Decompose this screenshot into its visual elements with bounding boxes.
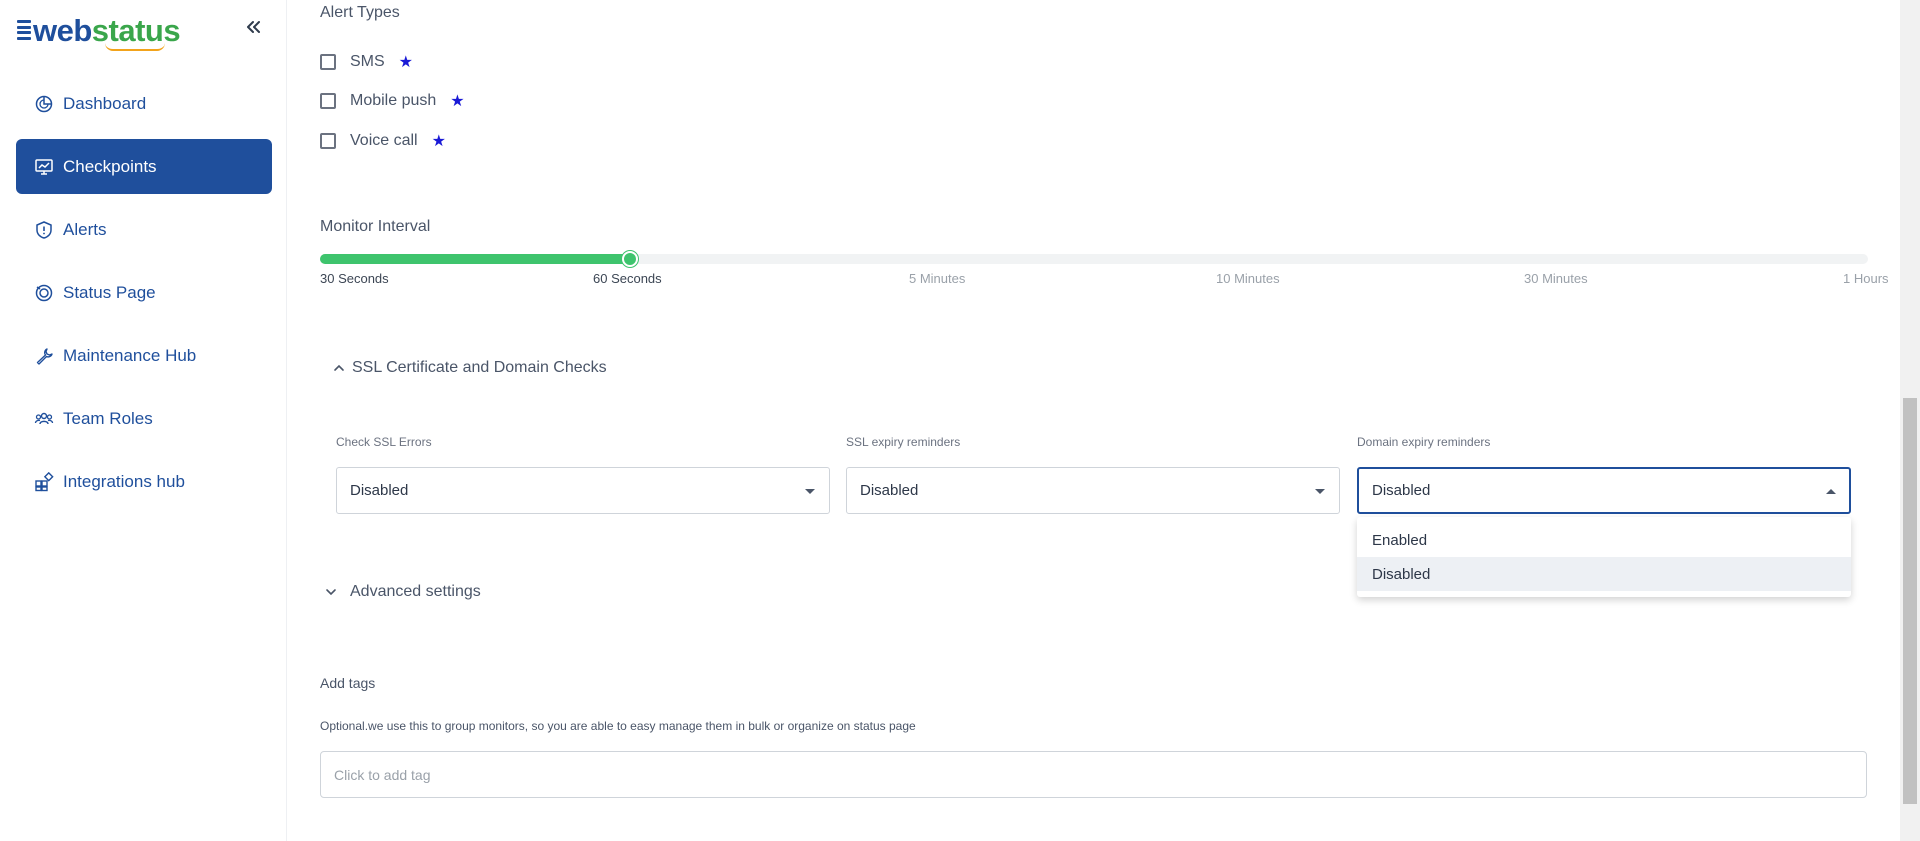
sidebar-item-checkpoints[interactable]: Checkpoints bbox=[16, 139, 272, 194]
caret-down-icon bbox=[1315, 489, 1325, 494]
alert-option-mobile-push[interactable]: Mobile push ★ bbox=[320, 90, 465, 112]
advanced-settings-title: Advanced settings bbox=[350, 583, 481, 600]
sidebar-item-label: Maintenance Hub bbox=[63, 345, 197, 365]
sidebar-item-label: Integrations hub bbox=[63, 471, 185, 491]
logo-text-web: web bbox=[33, 12, 92, 48]
star-icon: ★ bbox=[431, 133, 446, 150]
logo: webstatus bbox=[17, 12, 181, 51]
dropdown-option-enabled[interactable]: Enabled bbox=[1357, 523, 1851, 557]
alert-option-sms[interactable]: SMS ★ bbox=[320, 51, 413, 73]
logo-swoosh bbox=[105, 43, 165, 51]
tick-label[interactable]: 30 Minutes bbox=[1524, 271, 1588, 286]
slider-handle[interactable] bbox=[622, 251, 638, 267]
star-icon: ★ bbox=[398, 54, 414, 71]
tick-label[interactable]: 1 Hours bbox=[1843, 271, 1889, 286]
add-tags-help-text: Optional.we use this to group monitors, … bbox=[320, 719, 916, 733]
pie-chart-icon bbox=[34, 94, 54, 114]
sidebar-item-label: Status Page bbox=[63, 282, 156, 302]
advanced-settings-toggle[interactable]: Advanced settings bbox=[324, 583, 481, 601]
logo-bars-icon bbox=[17, 20, 31, 40]
chevron-down-icon bbox=[324, 585, 338, 599]
field-label: SSL expiry reminders bbox=[846, 435, 961, 449]
sidebar-item-label: Checkpoints bbox=[63, 156, 157, 176]
dropdown-option-disabled[interactable]: Disabled bbox=[1357, 557, 1851, 591]
alert-option-voice-call[interactable]: Voice call ★ bbox=[320, 130, 446, 152]
sms-checkbox[interactable] bbox=[320, 54, 336, 70]
alert-option-label: SMS bbox=[350, 53, 385, 70]
sidebar-item-dashboard[interactable]: Dashboard bbox=[16, 76, 272, 131]
voice-call-checkbox[interactable] bbox=[320, 133, 336, 149]
mobile-push-checkbox[interactable] bbox=[320, 93, 336, 109]
select-value: Disabled bbox=[1372, 482, 1431, 499]
sidebar-item-label: Dashboard bbox=[63, 93, 147, 113]
shield-alert-icon bbox=[34, 220, 54, 240]
select-value: Disabled bbox=[350, 482, 409, 499]
integrations-icon bbox=[34, 471, 54, 492]
ssl-section-title: SSL Certificate and Domain Checks bbox=[352, 359, 607, 376]
domain-expiry-dropdown-menu: Enabled Disabled bbox=[1357, 517, 1851, 597]
star-icon: ★ bbox=[450, 93, 465, 110]
tick-label[interactable]: 30 Seconds bbox=[320, 271, 389, 286]
slider-fill bbox=[320, 254, 630, 264]
sidebar-item-label: Alerts bbox=[63, 219, 107, 239]
main-content: Alert Types SMS ★ Mobile push ★ Voice ca… bbox=[288, 0, 1900, 841]
alert-option-label: Voice call bbox=[350, 132, 418, 149]
add-tags-title: Add tags bbox=[320, 675, 376, 691]
add-tag-input[interactable] bbox=[320, 751, 1867, 798]
team-icon bbox=[34, 409, 54, 429]
alert-option-label: Mobile push bbox=[350, 92, 437, 109]
ssl-section-toggle[interactable]: SSL Certificate and Domain Checks bbox=[332, 359, 607, 377]
tick-label[interactable]: 10 Minutes bbox=[1216, 271, 1280, 286]
status-signal-icon bbox=[34, 283, 54, 303]
double-chevron-left-icon bbox=[247, 21, 260, 33]
select-value: Disabled bbox=[860, 482, 919, 499]
check-ssl-errors-select[interactable]: Disabled bbox=[336, 467, 830, 514]
chevron-up-icon bbox=[332, 361, 346, 375]
tick-label[interactable]: 5 Minutes bbox=[909, 271, 965, 286]
sidebar-item-team-roles[interactable]: Team Roles bbox=[16, 391, 272, 446]
sidebar-item-label: Team Roles bbox=[63, 408, 153, 428]
caret-down-icon bbox=[805, 489, 815, 494]
ssl-expiry-reminders-select[interactable]: Disabled bbox=[846, 467, 1340, 514]
field-label: Check SSL Errors bbox=[336, 435, 432, 449]
sidebar-nav: Dashboard Checkpoints Alerts Status Page… bbox=[16, 76, 272, 517]
sidebar-item-integrations-hub[interactable]: Integrations hub bbox=[16, 454, 272, 509]
sidebar-item-alerts[interactable]: Alerts bbox=[16, 202, 272, 257]
field-label: Domain expiry reminders bbox=[1357, 435, 1491, 449]
monitor-interval-slider[interactable] bbox=[320, 251, 1868, 267]
collapse-sidebar-button[interactable] bbox=[243, 16, 265, 38]
sidebar: webstatus Dashboard Checkpoints Alerts S… bbox=[0, 0, 287, 841]
monitor-chart-icon bbox=[34, 157, 54, 177]
sidebar-item-status-page[interactable]: Status Page bbox=[16, 265, 272, 320]
sidebar-item-maintenance-hub[interactable]: Maintenance Hub bbox=[16, 328, 272, 383]
scrollbar-thumb[interactable] bbox=[1903, 398, 1917, 804]
domain-expiry-reminders-select[interactable]: Disabled bbox=[1357, 467, 1851, 514]
alert-types-title: Alert Types bbox=[320, 4, 400, 21]
wrench-icon bbox=[34, 346, 54, 366]
page-scrollbar[interactable] bbox=[1900, 0, 1920, 841]
monitor-interval-title: Monitor Interval bbox=[320, 218, 431, 235]
caret-up-icon bbox=[1826, 489, 1836, 494]
tick-label[interactable]: 60 Seconds bbox=[593, 271, 662, 286]
